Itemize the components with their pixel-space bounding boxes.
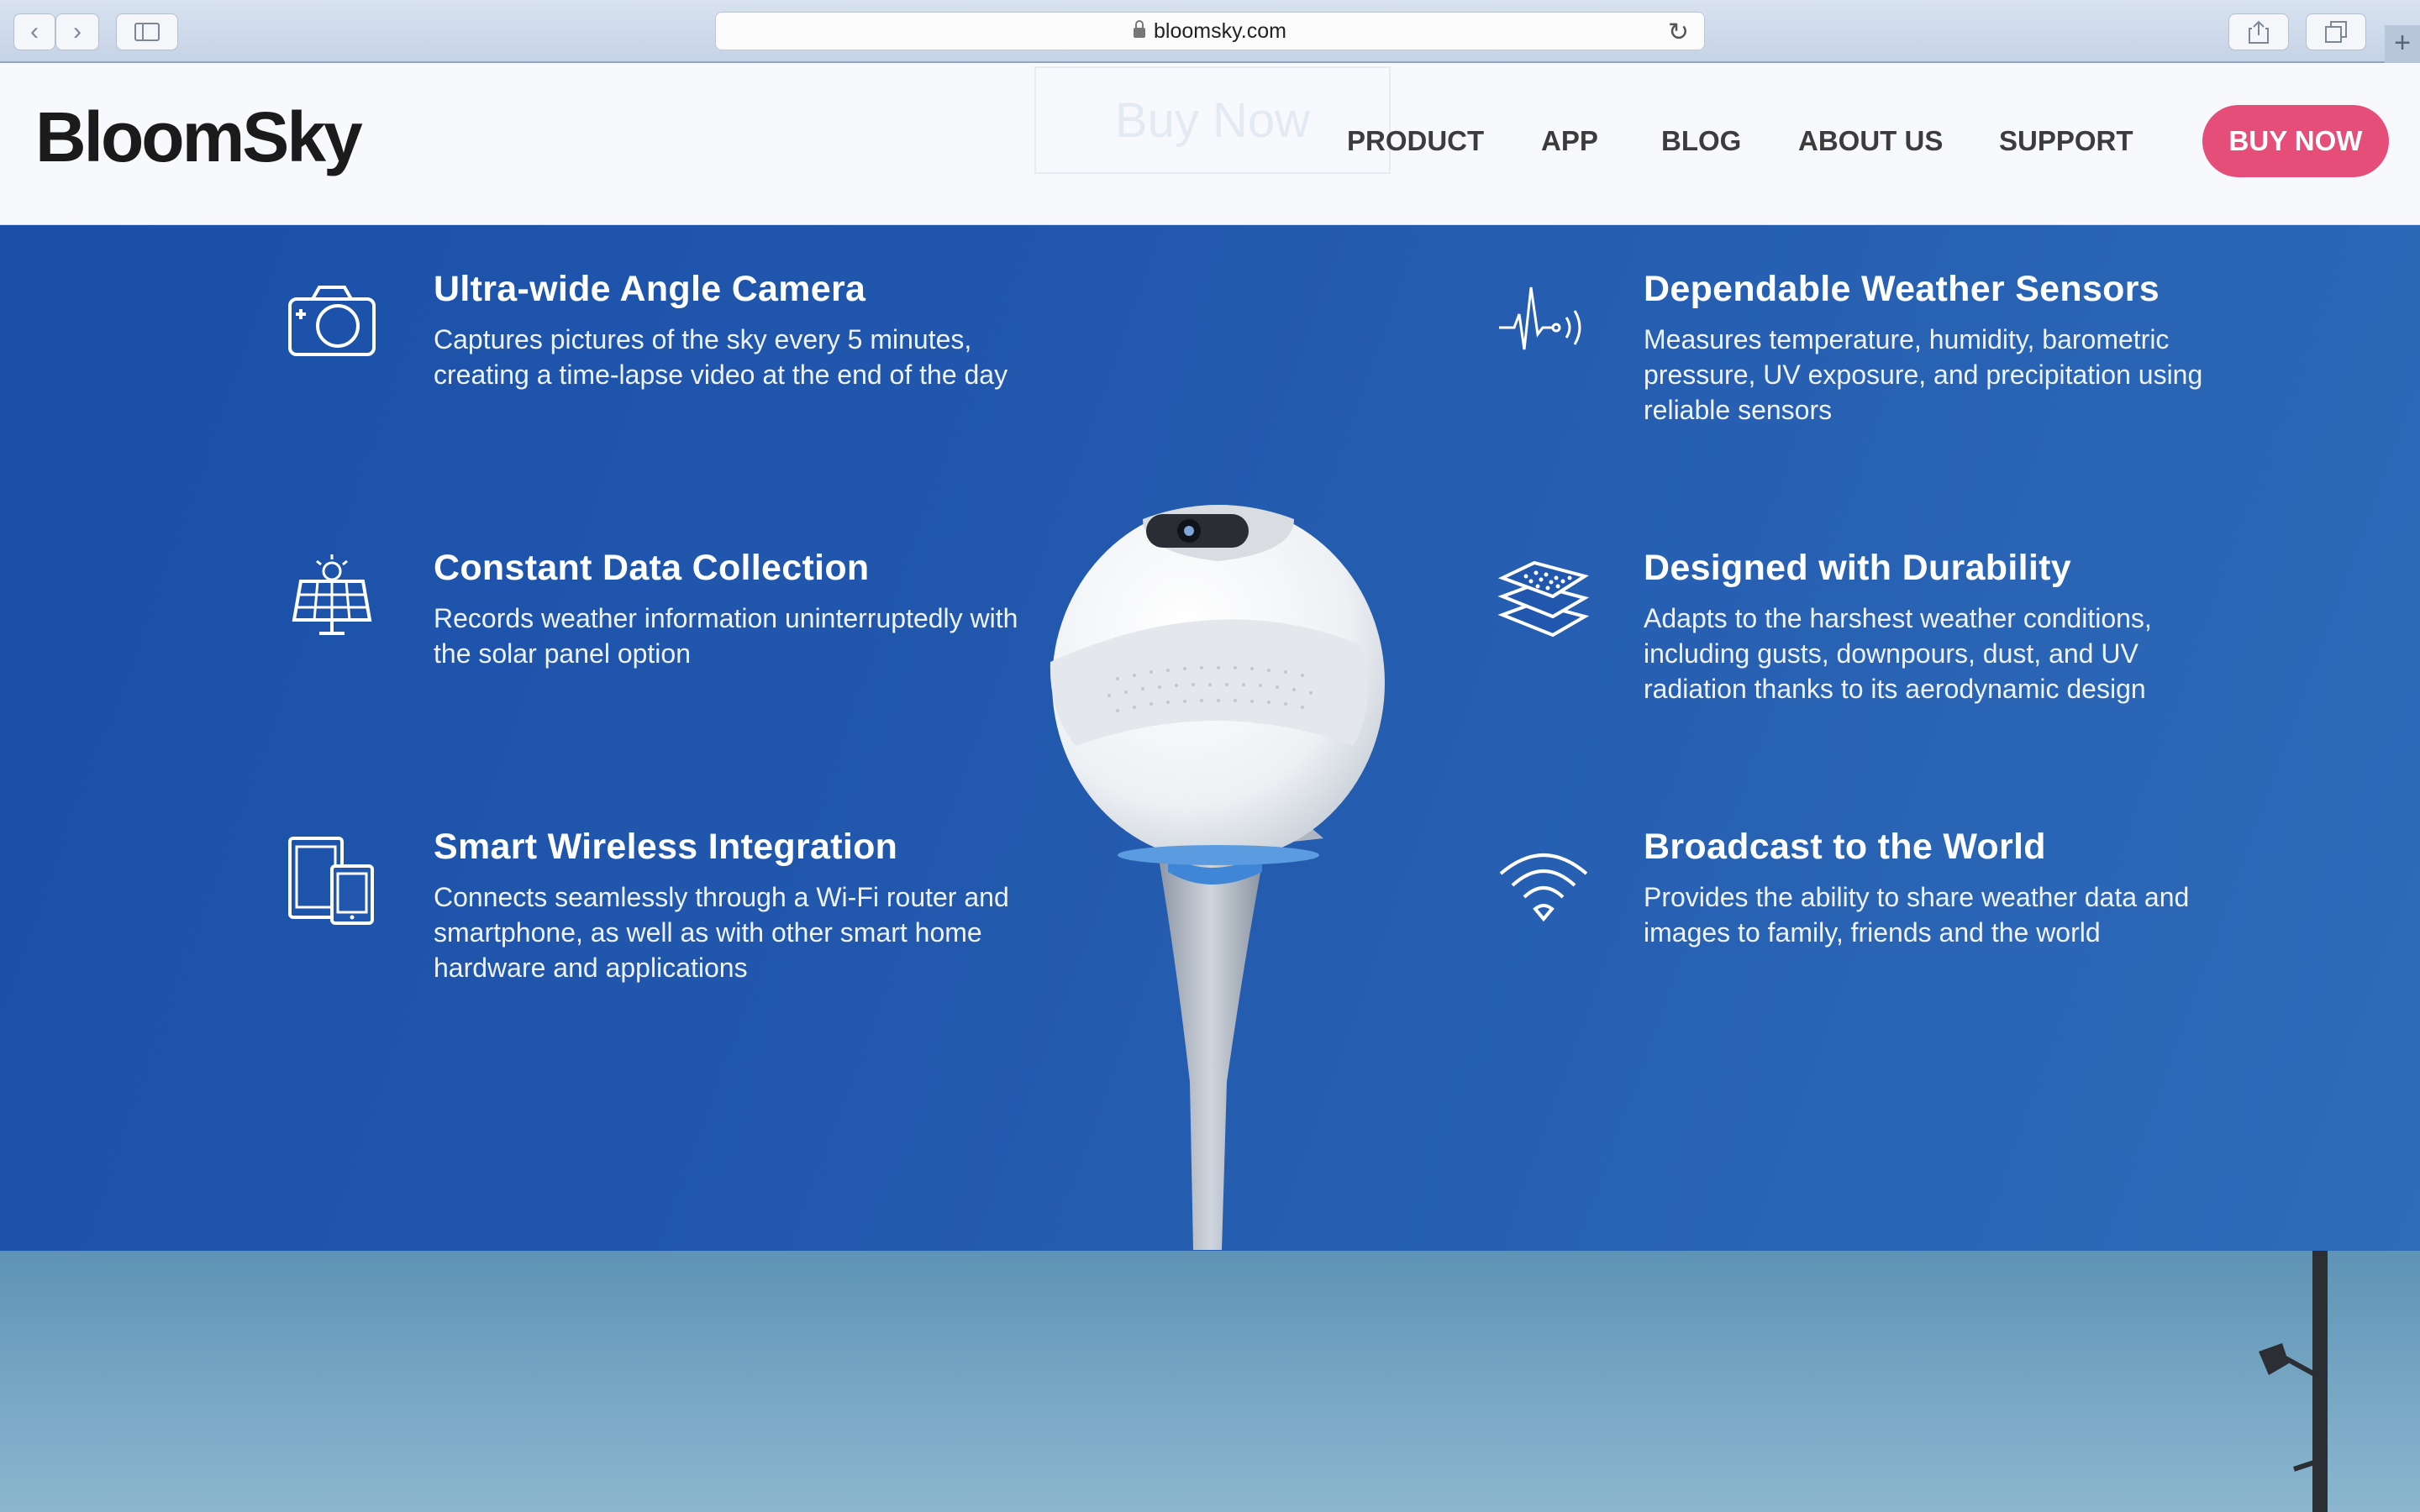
feature-desc: Measures temperature, humidity, barometr… <box>1644 324 2203 425</box>
nav-about-us[interactable]: ABOUT US <box>1798 125 1943 157</box>
devices-icon <box>288 837 374 925</box>
share-button[interactable] <box>2228 13 2289 50</box>
feature-title: Designed with Durability <box>1644 548 2071 588</box>
feature-broadcast: Broadcast to the World Provides the abil… <box>1644 827 2249 950</box>
feature-desc: Records weather information uninterrupte… <box>434 603 1018 669</box>
feature-desc: Provides the ability to share weather da… <box>1644 882 2190 948</box>
logo[interactable]: BloomSky <box>35 97 363 178</box>
url-text: bloomsky.com <box>1154 18 1286 43</box>
nav-support[interactable]: SUPPORT <box>1999 125 2133 157</box>
tabs-button[interactable] <box>2306 13 2366 50</box>
feature-desc: Captures pictures of the sky every 5 min… <box>434 324 1008 390</box>
feature-camera: Ultra-wide Angle Camera Captures picture… <box>434 269 1022 392</box>
tabs-icon <box>2325 21 2347 43</box>
feature-title: Ultra-wide Angle Camera <box>434 269 866 309</box>
feature-title: Dependable Weather Sensors <box>1644 269 2160 309</box>
camera-icon <box>288 286 376 356</box>
sensor-pulse-icon <box>1499 286 1581 350</box>
feature-title: Constant Data Collection <box>434 548 870 588</box>
nav-product[interactable]: PRODUCT <box>1347 125 1484 157</box>
pole-silhouette <box>2259 1251 2328 1512</box>
sidebar-icon <box>134 23 160 41</box>
lock-icon <box>1134 20 1146 38</box>
address-bar[interactable]: bloomsky.com ↻ <box>715 12 1705 50</box>
site-header: BloomSky Buy Now PRODUCT APP BLOG ABOUT … <box>0 63 2420 225</box>
feature-durability: Designed with Durability Adapts to the h… <box>1644 548 2249 706</box>
share-icon <box>2249 20 2269 44</box>
feature-wireless: Smart Wireless Integration Connects seam… <box>434 827 1022 985</box>
feature-desc: Adapts to the harshest weather condition… <box>1644 603 2152 704</box>
solar-panel-icon <box>292 554 372 635</box>
layers-icon <box>1497 560 1590 638</box>
chevron-right-icon: › <box>73 18 82 45</box>
feature-title: Broadcast to the World <box>1644 827 2046 867</box>
feature-sensors: Dependable Weather Sensors Measures temp… <box>1644 269 2249 428</box>
buy-now-button[interactable]: BUY NOW <box>2202 105 2389 177</box>
new-tab-button[interactable]: + <box>2385 25 2420 63</box>
wifi-icon <box>1499 853 1588 922</box>
reload-icon[interactable]: ↻ <box>1668 18 1689 47</box>
sky-background <box>0 1251 2420 1512</box>
plus-icon: + <box>2394 27 2411 59</box>
feature-data-collection: Constant Data Collection Records weather… <box>434 548 1022 671</box>
sidebar-button[interactable] <box>116 13 178 50</box>
browser-toolbar: ‹ › bloomsky.com ↻ + <box>0 0 2420 63</box>
features-section: Ultra-wide Angle Camera Captures picture… <box>0 225 2420 1251</box>
nav-blog[interactable]: BLOG <box>1661 125 1741 157</box>
weather-station-image <box>1050 505 1385 1250</box>
feature-title: Smart Wireless Integration <box>434 827 898 867</box>
nav-app[interactable]: APP <box>1541 125 1598 157</box>
ghost-buy-now-button: Buy Now <box>1034 66 1391 174</box>
back-button[interactable]: ‹ <box>13 13 55 50</box>
feature-desc: Connects seamlessly through a Wi-Fi rout… <box>434 882 1009 983</box>
forward-button[interactable]: › <box>55 13 99 50</box>
chevron-left-icon: ‹ <box>30 18 39 45</box>
